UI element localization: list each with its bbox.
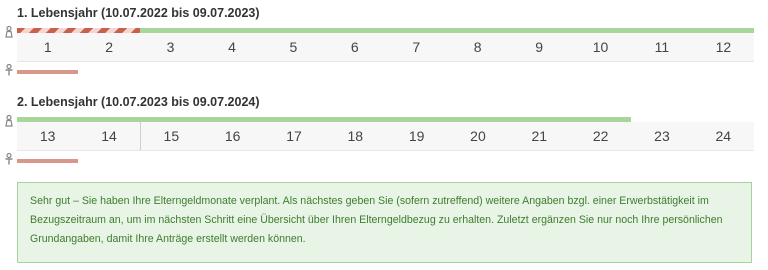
month-cell[interactable]: 13 — [17, 122, 78, 150]
father-icon — [5, 153, 13, 165]
month-cell[interactable]: 16 — [202, 122, 263, 150]
month-cell[interactable]: 8 — [447, 33, 508, 61]
month-cell[interactable]: 11 — [631, 33, 692, 61]
mother-icon — [5, 26, 13, 38]
month-cell[interactable]: 14 — [78, 122, 141, 150]
month-cell[interactable]: 24 — [693, 122, 754, 150]
month-grid-year-1: 1 2 3 4 5 6 7 8 9 10 11 12 — [17, 33, 754, 62]
month-cell[interactable]: 20 — [447, 122, 508, 150]
month-cell[interactable]: 23 — [631, 122, 692, 150]
father-plan-bar-year-2 — [17, 159, 78, 163]
month-cell[interactable]: 18 — [325, 122, 386, 150]
month-cell[interactable]: 4 — [201, 33, 262, 61]
month-cell[interactable]: 1 — [17, 33, 78, 61]
father-icon — [5, 64, 13, 76]
year-2-row: 13 14 15 16 17 18 19 20 21 22 23 24 — [5, 115, 754, 183]
month-cell[interactable]: 6 — [324, 33, 385, 61]
month-cell[interactable]: 21 — [509, 122, 570, 150]
month-cell[interactable]: 12 — [693, 33, 754, 61]
year-1-row: 1 2 3 4 5 6 7 8 9 10 11 12 — [5, 26, 754, 94]
month-cell[interactable]: 5 — [263, 33, 324, 61]
month-cell[interactable]: 2 — [78, 33, 139, 61]
month-cell[interactable]: 3 — [140, 33, 201, 61]
month-cell[interactable]: 10 — [570, 33, 631, 61]
mother-icon — [5, 115, 13, 127]
success-notice: Sehr gut – Sie haben Ihre Elterngeldmona… — [17, 182, 752, 263]
month-cell[interactable]: 9 — [508, 33, 569, 61]
month-cell[interactable]: 22 — [570, 122, 631, 150]
year-2-title: 2. Lebensjahr (10.07.2023 bis 09.07.2024… — [17, 95, 260, 109]
month-cell[interactable]: 15 — [141, 122, 202, 150]
father-plan-bar-year-1 — [17, 70, 78, 74]
year-1-title: 1. Lebensjahr (10.07.2022 bis 09.07.2023… — [17, 6, 260, 20]
month-cell[interactable]: 17 — [263, 122, 324, 150]
month-cell[interactable]: 7 — [386, 33, 447, 61]
month-cell[interactable]: 19 — [386, 122, 447, 150]
month-grid-year-2: 13 14 15 16 17 18 19 20 21 22 23 24 — [17, 122, 754, 151]
